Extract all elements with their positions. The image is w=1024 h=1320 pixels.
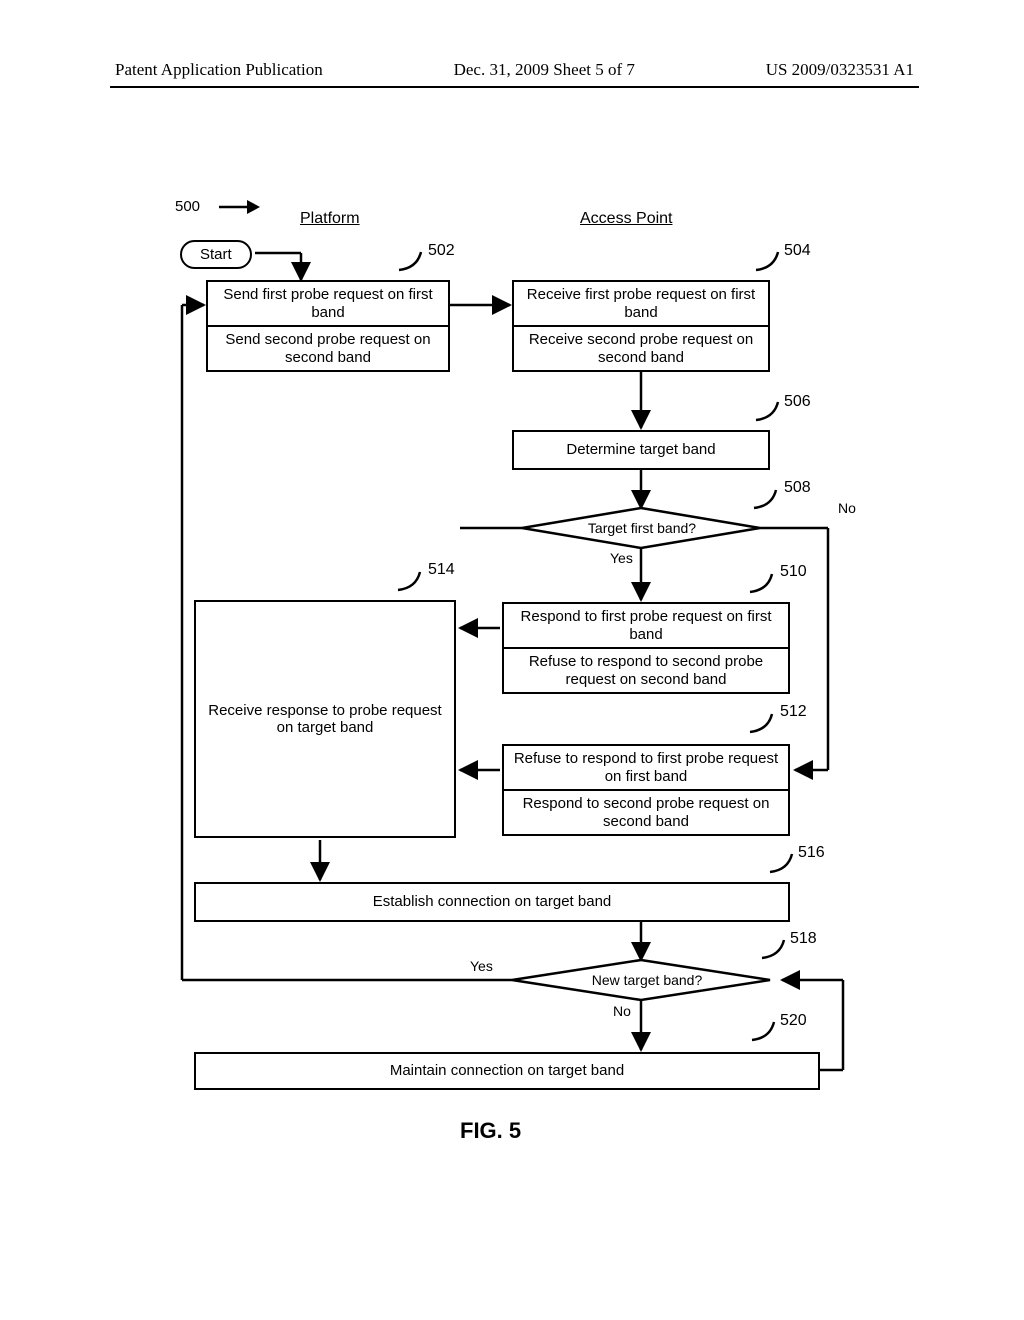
ref-518: 518 [790,930,817,948]
box-510b: Refuse to respond to second probe reques… [504,647,788,692]
start-terminator: Start [180,240,252,269]
box-520-text: Maintain connection on target band [196,1054,818,1088]
diamond-518-label: New target band? [577,972,717,988]
box-510a: Respond to first probe request on first … [504,604,788,647]
ref-504: 504 [784,242,811,260]
flowchart-canvas: 500 Platform Access Point Start 502 504 … [0,150,1024,1320]
box-520: Maintain connection on target band [194,1052,820,1090]
header-left: Patent Application Publication [115,60,323,80]
box-514: Receive response to probe request on tar… [194,600,456,838]
ref-520: 520 [780,1012,807,1030]
diamond-518-yes: Yes [470,958,493,974]
ref-514: 514 [428,561,455,579]
ref-510: 510 [780,563,807,581]
lane-title-access-point: Access Point [580,210,672,228]
box-504b: Receive second probe request on second b… [514,325,768,370]
box-504: Receive first probe request on first ban… [512,280,770,372]
ref-516: 516 [798,844,825,862]
header-center: Dec. 31, 2009 Sheet 5 of 7 [454,60,635,80]
box-516: Establish connection on target band [194,882,790,922]
ref-508: 508 [784,479,811,497]
diamond-518-no: No [613,1003,631,1019]
diamond-508-yes: Yes [610,550,633,566]
diamond-508-no: No [838,500,856,516]
ref-502: 502 [428,242,455,260]
ref-512: 512 [780,703,807,721]
header-rule [110,86,919,88]
box-506-text: Determine target band [514,432,768,468]
lane-title-platform: Platform [300,210,360,228]
figure-caption: FIG. 5 [460,1118,521,1144]
box-502a: Send first probe request on first band [208,282,448,325]
box-510: Respond to first probe request on first … [502,602,790,694]
box-514-text: Receive response to probe request on tar… [196,602,454,836]
box-502b: Send second probe request on second band [208,325,448,370]
box-512b: Respond to second probe request on secon… [504,789,788,834]
header-right: US 2009/0323531 A1 [766,60,914,80]
box-504a: Receive first probe request on first ban… [514,282,768,325]
figure-number: 500 [175,198,200,215]
diamond-508-label: Target first band? [582,520,702,536]
box-512: Refuse to respond to first probe request… [502,744,790,836]
box-512a: Refuse to respond to first probe request… [504,746,788,789]
ref-506: 506 [784,393,811,411]
box-506: Determine target band [512,430,770,470]
box-502: Send first probe request on first band S… [206,280,450,372]
box-516-text: Establish connection on target band [196,884,788,920]
